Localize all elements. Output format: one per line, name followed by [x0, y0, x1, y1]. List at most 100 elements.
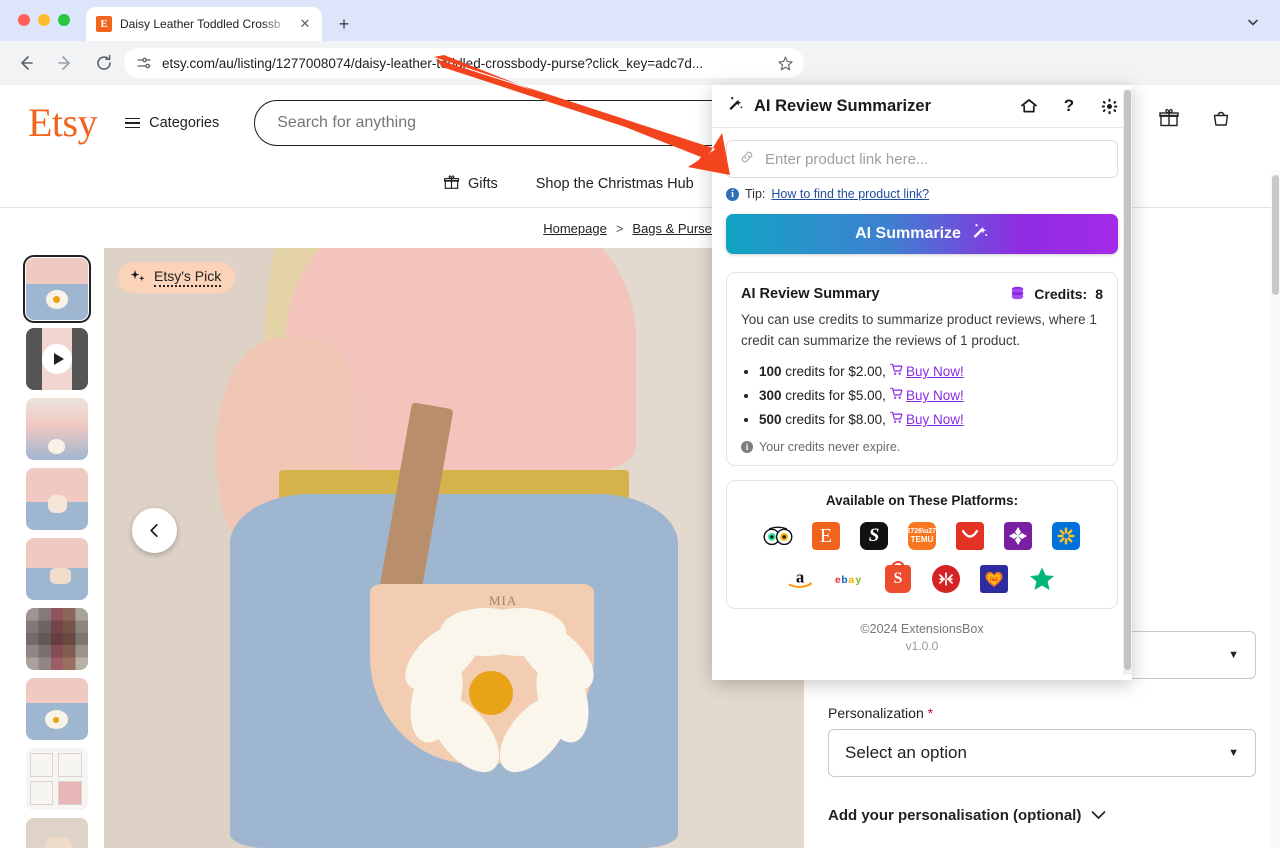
close-window-button[interactable]: [18, 14, 30, 26]
credits-expiry-note: i Your credits never expire.: [741, 440, 1103, 454]
credits-expiry-text: Your credits never expire.: [759, 440, 900, 454]
credit-price: credits for $2.00,: [785, 364, 886, 379]
cart-icon: [890, 413, 906, 427]
etsy-logo[interactable]: Etsy: [28, 103, 97, 143]
credit-package-item: 500 credits for $8.00, Buy Now!: [759, 408, 1103, 432]
credit-amount: 500: [759, 412, 782, 427]
tab-list-chevron-down-icon[interactable]: [1240, 11, 1266, 33]
buy-now-link[interactable]: Buy Now!: [906, 364, 964, 379]
credits-card-title: AI Review Summary: [741, 286, 880, 302]
cart-icon: [890, 389, 906, 403]
buy-now-link[interactable]: Buy Now!: [906, 412, 964, 427]
nav-item-christmas-hub[interactable]: Shop the Christmas Hub: [536, 176, 694, 192]
play-icon: [42, 344, 72, 374]
thumbnail-colour-swatches[interactable]: [26, 608, 88, 670]
chevron-down-icon: ▼: [1228, 747, 1239, 759]
thumbnail-7[interactable]: [26, 678, 88, 740]
svg-text:a: a: [796, 568, 805, 587]
window-controls[interactable]: [18, 14, 70, 26]
forward-button[interactable]: [50, 48, 80, 78]
tripadvisor-icon: [763, 521, 793, 551]
site-settings-icon[interactable]: [136, 55, 152, 71]
address-bar[interactable]: etsy.com/au/listing/1277008074/daisy-lea…: [124, 48, 804, 78]
browser-tab[interactable]: E Daisy Leather Toddled Crossb ✕: [86, 7, 322, 41]
ai-summarize-button[interactable]: AI Summarize: [726, 214, 1118, 254]
thumbnail-9[interactable]: [26, 818, 88, 848]
breadcrumb-item-homepage[interactable]: Homepage: [543, 221, 607, 236]
magic-wand-icon: [726, 95, 744, 118]
chevron-down-icon: ▼: [1228, 649, 1239, 661]
popup-scrollbar-thumb[interactable]: [1124, 90, 1131, 670]
product-link-input[interactable]: Enter product link here...: [726, 140, 1118, 178]
hamburger-icon: [125, 118, 140, 129]
home-icon[interactable]: [1020, 97, 1038, 115]
etsy-favicon-icon: E: [96, 16, 112, 32]
credits-value: 8: [1095, 286, 1103, 302]
cart-icon[interactable]: [1210, 107, 1232, 134]
extension-header-actions: ?: [1020, 97, 1118, 115]
credit-package-item: 300 credits for $5.00, Buy Now!: [759, 384, 1103, 408]
thumbnail-1[interactable]: [26, 258, 88, 320]
etsy-icon: E: [811, 521, 841, 551]
personalization-label-text: Personalization: [828, 705, 924, 721]
ai-review-summarizer-popup: AI Review Summarizer ? Enter product lin…: [712, 85, 1132, 680]
search-placeholder: Search for anything: [277, 114, 416, 132]
coin-icon: [1009, 285, 1026, 303]
extension-title: AI Review Summarizer: [754, 97, 1010, 116]
previous-image-button[interactable]: [132, 508, 177, 553]
buy-now-link[interactable]: Buy Now!: [906, 388, 964, 403]
new-tab-button[interactable]: +: [332, 12, 356, 36]
amazon-icon: a: [787, 564, 817, 594]
svg-text:laz: laz: [990, 577, 998, 583]
credit-amount: 100: [759, 364, 782, 379]
help-icon[interactable]: ?: [1060, 97, 1078, 115]
categories-button[interactable]: Categories: [125, 115, 219, 131]
thumbnail-list: [0, 248, 104, 848]
copyright-text: ©2024 ExtensionsBox: [726, 622, 1118, 636]
svg-text:y: y: [856, 575, 862, 586]
thumbnail-video[interactable]: [26, 328, 88, 390]
thumbnail-3[interactable]: [26, 398, 88, 460]
extension-popup-body: Enter product link here... i Tip: How to…: [712, 128, 1132, 661]
option-select-personalization[interactable]: Select an option ▼: [828, 729, 1256, 777]
minimize-window-button[interactable]: [38, 14, 50, 26]
bookmark-star-icon[interactable]: [777, 55, 794, 72]
gift-icon: [443, 174, 460, 195]
credits-description: You can use credits to summarize product…: [741, 309, 1103, 351]
walmart-icon: [1051, 521, 1081, 551]
svg-text:e: e: [835, 575, 841, 586]
browser-window: E Daisy Leather Toddled Crossb ✕ + etsy.…: [0, 0, 1280, 848]
shein-icon: S: [859, 521, 889, 551]
temu-icon: \u2726\u2726TEMU: [907, 521, 937, 551]
platforms-card: Available on These Platforms: E S \u2726…: [726, 480, 1118, 609]
reload-button[interactable]: [89, 48, 119, 78]
platforms-title: Available on These Platforms:: [737, 493, 1107, 508]
settings-gear-icon[interactable]: [1100, 97, 1118, 115]
credit-price: credits for $8.00,: [785, 412, 886, 427]
page-scrollbar-thumb[interactable]: [1272, 175, 1279, 295]
maximize-window-button[interactable]: [58, 14, 70, 26]
gift-icon[interactable]: [1158, 107, 1180, 134]
extension-popup-header: AI Review Summarizer ?: [712, 85, 1132, 128]
lazada-icon: laz: [979, 564, 1009, 594]
main-product-image[interactable]: MIA Etsy's Pick: [104, 248, 804, 848]
address-bar-url: etsy.com/au/listing/1277008074/daisy-lea…: [162, 56, 767, 71]
close-tab-icon[interactable]: ✕: [296, 15, 314, 33]
thumbnail-5[interactable]: [26, 538, 88, 600]
thumbnail-4[interactable]: [26, 468, 88, 530]
how-to-find-product-link[interactable]: How to find the product link?: [771, 187, 929, 201]
thumbnail-sketches[interactable]: [26, 748, 88, 810]
back-button[interactable]: [11, 48, 41, 78]
shopee-icon: S: [883, 564, 913, 594]
personalization-label: Personalization *: [828, 705, 1256, 721]
breadcrumb-item-bags-purses[interactable]: Bags & Purses: [632, 221, 718, 236]
tip-row: i Tip: How to find the product link?: [726, 187, 1118, 201]
extension-footer: ©2024 ExtensionsBox v1.0.0: [726, 622, 1118, 661]
version-text: v1.0.0: [726, 639, 1118, 653]
info-icon: i: [726, 188, 739, 201]
nav-item-gifts[interactable]: Gifts: [443, 174, 498, 195]
nav-label: Gifts: [468, 176, 498, 192]
credits-card: AI Review Summary Credits: 8 You can use…: [726, 272, 1118, 466]
svg-text:a: a: [848, 575, 854, 586]
add-personalisation-toggle[interactable]: Add your personalisation (optional): [828, 807, 1256, 824]
